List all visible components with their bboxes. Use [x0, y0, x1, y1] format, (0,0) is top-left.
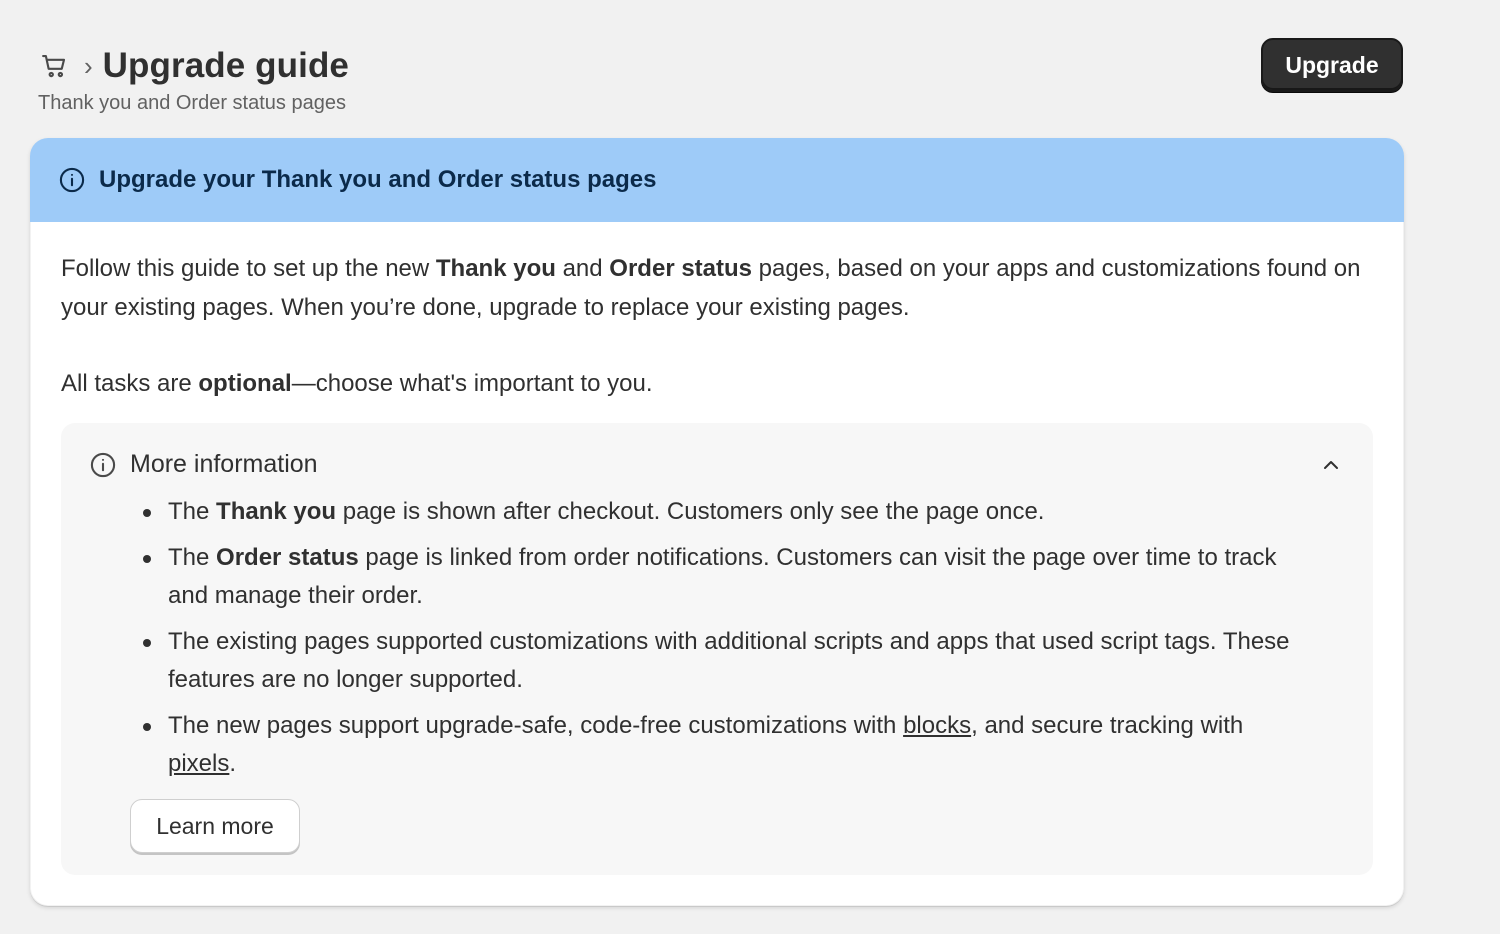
upgrade-card: Upgrade your Thank you and Order status … [30, 138, 1404, 906]
upgrade-button[interactable]: Upgrade [1261, 38, 1403, 92]
learn-more-button[interactable]: Learn more [130, 799, 300, 853]
list-item: The Thank you page is shown after checko… [141, 493, 1291, 532]
list-item: The new pages support upgrade-safe, code… [141, 707, 1291, 784]
info-bullet-list: The Thank you page is shown after checko… [141, 493, 1291, 791]
blocks-link[interactable]: blocks [903, 712, 971, 739]
banner-title: Upgrade your Thank you and Order status … [99, 166, 657, 193]
breadcrumb-separator: › [84, 51, 93, 81]
breadcrumb: › Upgrade guide [38, 44, 1404, 88]
more-information-title: More information [130, 450, 318, 478]
chevron-up-icon[interactable] [1319, 453, 1343, 477]
info-icon [89, 451, 117, 479]
list-item: The Order status page is linked from ord… [141, 539, 1291, 616]
card-body: Follow this guide to set up the new Than… [30, 222, 1404, 404]
intro-paragraph: Follow this guide to set up the new Than… [61, 255, 1361, 321]
info-icon [58, 166, 86, 194]
more-information-section: More information The Thank you page is s… [61, 423, 1373, 875]
cart-icon[interactable] [38, 49, 72, 83]
page-title: Upgrade guide [102, 46, 349, 85]
optional-tasks-note: All tasks are optional—choose what's imp… [61, 370, 653, 397]
list-item: The existing pages supported customizati… [141, 623, 1291, 700]
more-information-header[interactable]: More information [89, 450, 318, 479]
info-banner: Upgrade your Thank you and Order status … [30, 138, 1404, 222]
pixels-link[interactable]: pixels [168, 750, 229, 777]
page-subtitle: Thank you and Order status pages [38, 92, 346, 114]
page-header: › Upgrade guide Thank you and Order stat… [38, 44, 1404, 124]
